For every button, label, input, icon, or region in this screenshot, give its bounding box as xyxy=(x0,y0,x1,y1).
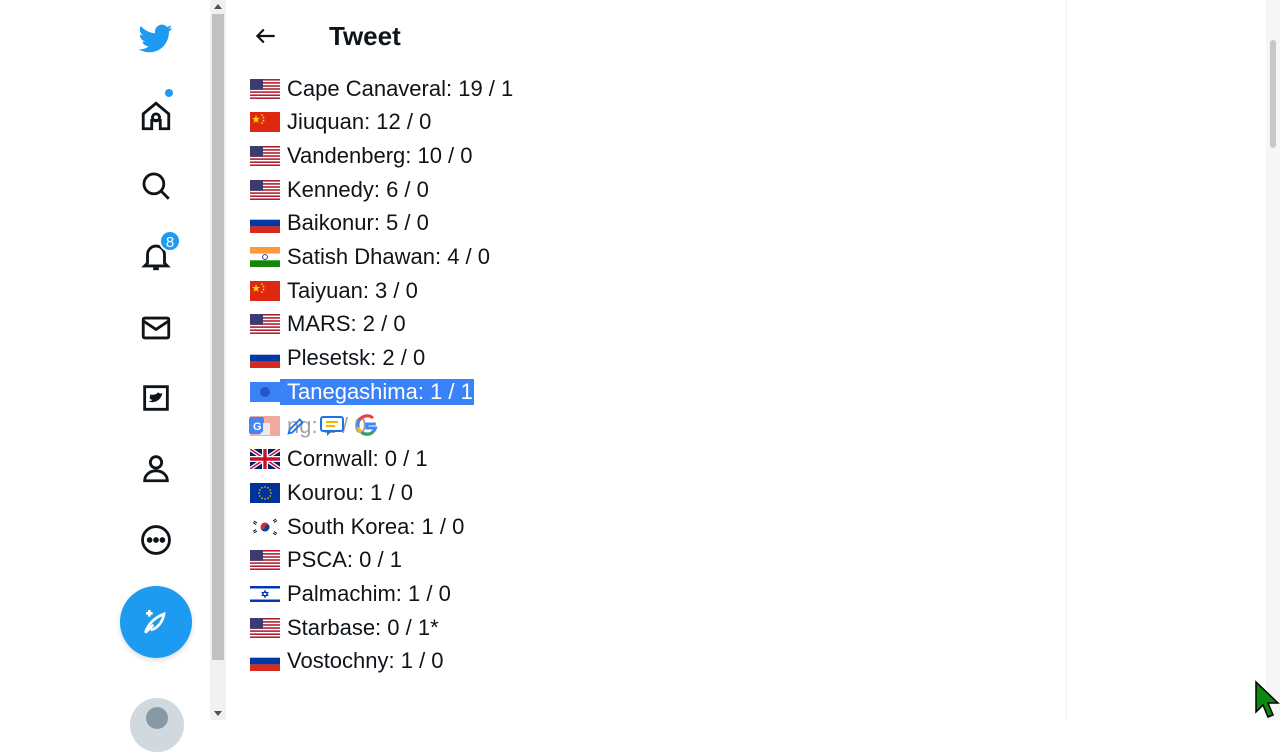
compose-tweet-button[interactable] xyxy=(120,586,192,658)
twitter-blue-icon[interactable] xyxy=(124,370,188,426)
column-divider xyxy=(1066,0,1067,720)
stat-row: Vandenberg: 10 / 0 xyxy=(250,139,473,172)
scroll-up-arrow-icon[interactable] xyxy=(214,4,222,9)
stat-text: Kourou: 1 / 0 xyxy=(287,479,413,505)
more-options-icon[interactable] xyxy=(124,512,188,568)
stat-row: Starbase: 0 / 1* xyxy=(250,611,439,644)
stat-row: Taiyuan: 3 / 0 xyxy=(250,274,418,307)
notifications-bell-icon[interactable]: 8 xyxy=(124,228,188,284)
flag-us-icon xyxy=(250,314,280,335)
flag-il-icon xyxy=(250,584,280,604)
tweet-header: Tweet xyxy=(226,0,1066,72)
stat-text: Cape Canaveral: 19 / 1 xyxy=(287,75,514,101)
back-button[interactable] xyxy=(248,18,284,54)
stat-row: South Korea: 1 / 0 xyxy=(250,510,464,543)
stat-text: Taiyuan: 3 / 0 xyxy=(287,277,418,303)
stat-text: Palmachim: 1 / 0 xyxy=(287,581,451,606)
search-icon[interactable] xyxy=(124,158,188,214)
scroll-down-arrow-icon[interactable] xyxy=(214,711,222,716)
profile-icon[interactable] xyxy=(124,440,188,496)
flag-ru-icon xyxy=(250,651,280,672)
flag-kr-icon xyxy=(250,516,280,537)
stat-text: Vostochny: 1 / 0 xyxy=(287,648,444,674)
stat-row: Cornwall: 0 / 1 xyxy=(250,443,428,476)
stat-row: Cape Canaveral: 19 / 1 xyxy=(250,72,513,105)
stat-row: Kourou: 1 / 0 xyxy=(250,476,413,509)
flag-in-icon xyxy=(250,247,280,267)
flag-us-icon xyxy=(250,145,280,166)
account-avatar[interactable] xyxy=(130,698,184,752)
stat-text: PSCA: 0 / 1 xyxy=(287,547,402,573)
page-title: Tweet xyxy=(329,21,401,51)
stat-row: MARS: 2 / 0 xyxy=(250,308,406,341)
stat-row: Kennedy: 6 / 0 xyxy=(250,173,429,206)
stat-row: Jiuquan: 12 / 0 xyxy=(250,106,431,139)
nav-scrollbar-thumb[interactable] xyxy=(212,14,224,660)
stat-text: Kennedy: 6 / 0 xyxy=(287,176,429,202)
page-scrollbar-thumb[interactable] xyxy=(1270,40,1276,148)
stat-text: Jiuquan: 12 / 0 xyxy=(287,109,432,135)
stat-row: PSCA: 0 / 1 xyxy=(250,544,402,577)
flag-us-icon xyxy=(250,550,280,571)
stat-text: Vandenberg: 10 / 0 xyxy=(287,142,473,168)
svg-text:G: G xyxy=(253,421,262,433)
stat-text: South Korea: 1 / 0 xyxy=(287,513,465,539)
google-search-icon[interactable] xyxy=(354,412,382,440)
flag-us-icon xyxy=(250,617,280,638)
flag-ru-icon xyxy=(250,348,280,369)
home-icon[interactable] xyxy=(124,88,188,144)
stat-row: Baikonur: 5 / 0 xyxy=(250,207,429,240)
edit-pen-icon[interactable] xyxy=(282,412,310,440)
flag-cn-icon xyxy=(250,280,280,301)
stat-row: Vostochny: 1 / 0 xyxy=(250,645,444,678)
flag-cn-icon xyxy=(250,112,280,133)
stat-row: Palmachim: 1 / 0 xyxy=(250,578,451,611)
stat-text: Baikonur: 5 / 0 xyxy=(287,210,429,236)
stat-text: Tanegashima: 1 / 1 xyxy=(280,378,474,405)
stat-row: Tanegashima: 1 / 1 xyxy=(250,375,474,408)
messages-envelope-icon[interactable] xyxy=(124,300,188,356)
stat-text: MARS: 2 / 0 xyxy=(287,311,406,337)
flag-eu-icon xyxy=(250,482,280,503)
sidebar-nav: 8 xyxy=(104,0,208,752)
home-unread-dot xyxy=(165,89,173,97)
flag-jp-icon xyxy=(250,381,280,402)
twitter-logo-icon[interactable] xyxy=(124,10,188,66)
page-scrollbar[interactable] xyxy=(1266,0,1280,720)
notifications-badge: 8 xyxy=(159,230,181,252)
flag-us-icon xyxy=(250,78,280,99)
comment-bubble-icon[interactable] xyxy=(318,412,346,440)
stat-row: Satish Dhawan: 4 / 0 xyxy=(250,241,490,274)
selection-toolbar: G xyxy=(244,407,386,445)
stat-text: Plesetsk: 2 / 0 xyxy=(287,345,426,371)
stat-text: Starbase: 0 / 1* xyxy=(287,614,439,640)
flag-us-icon xyxy=(250,179,280,200)
flag-ru-icon xyxy=(250,213,280,234)
mouse-cursor-icon xyxy=(1255,680,1280,718)
back-arrow-icon xyxy=(255,28,275,44)
nav-scrollbar[interactable] xyxy=(210,0,226,720)
stat-text: Cornwall: 0 / 1 xyxy=(287,446,428,472)
stat-row: Plesetsk: 2 / 0 xyxy=(250,342,425,375)
stat-text: Satish Dhawan: 4 / 0 xyxy=(287,244,491,269)
google-translate-icon[interactable]: G xyxy=(246,412,274,440)
flag-uk-icon xyxy=(250,449,280,470)
